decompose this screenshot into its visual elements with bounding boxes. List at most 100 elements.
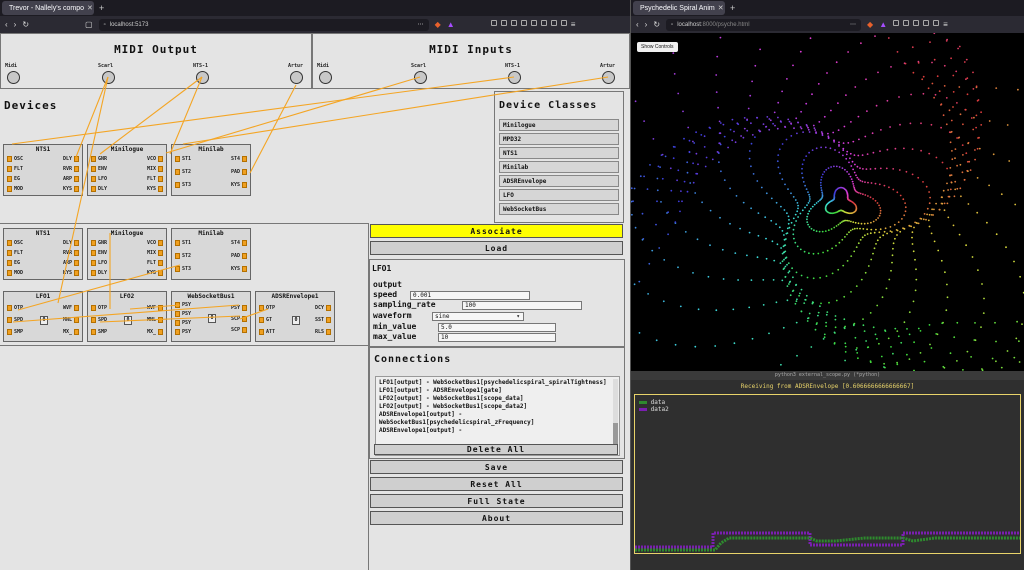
spiral-dot <box>861 180 864 183</box>
spiral-dot <box>717 106 719 109</box>
connection-item[interactable]: ADSREnvelope1[output] - WebSocketBus1[ps… <box>379 411 609 427</box>
sampling-rate-input[interactable]: 100 <box>462 301 582 310</box>
reload-icon[interactable]: ↻ <box>653 20 660 29</box>
spiral-dot <box>928 324 931 326</box>
back-icon[interactable]: ‹ <box>636 20 639 29</box>
speed-input[interactable]: 0.001 <box>410 291 530 300</box>
spiral-dot <box>826 249 829 252</box>
rewards-icon[interactable]: ▲ <box>879 20 887 29</box>
scrollbar[interactable] <box>613 379 618 453</box>
new-tab-icon[interactable]: + <box>730 3 735 13</box>
back-icon[interactable]: ‹ <box>5 20 8 29</box>
spiral-dot <box>687 126 690 129</box>
downloads-icon[interactable] <box>540 20 547 26</box>
connection-item[interactable]: LFO1[output] - ADSREnvelope1[gate] <box>379 387 609 395</box>
rewards-icon[interactable]: ▲ <box>447 20 455 29</box>
spiral-dot <box>983 297 985 300</box>
show-controls-button[interactable]: Show Controls <box>637 42 678 52</box>
spiral-dot <box>796 298 798 301</box>
spiral-dot <box>949 141 952 144</box>
wallet-icon[interactable] <box>913 20 920 26</box>
spiral-dot <box>855 348 858 351</box>
connection-item[interactable]: LFO1[output] - WebSocketBus1[psychedelic… <box>379 379 609 387</box>
forward-icon[interactable]: › <box>14 20 17 29</box>
min-value-input[interactable]: 5.0 <box>438 323 556 332</box>
spiral-dot <box>663 259 666 261</box>
vpn-icon[interactable] <box>923 20 930 26</box>
menu-icon[interactable]: ≡ <box>571 20 576 29</box>
spiral-dot <box>834 149 836 151</box>
sampling-rate-label: sampling_rate <box>373 300 436 309</box>
output-label: output <box>373 280 402 289</box>
spiral-dot <box>808 312 811 315</box>
reload-icon[interactable]: ↻ <box>22 20 29 29</box>
spiral-dot <box>765 257 768 260</box>
browser-tab[interactable]: Trevor - Nallely's compo ✕ <box>2 1 94 15</box>
spiral-dot <box>876 239 879 242</box>
spiral-dot <box>821 193 824 195</box>
spiral-dot <box>889 126 891 128</box>
load-button[interactable]: Load <box>370 241 623 255</box>
spiral-dot <box>928 202 931 205</box>
url-bar[interactable]: ▫ localhost:5173 ⋯ <box>98 18 429 31</box>
spiral-dot <box>948 109 951 112</box>
sidebar-icon[interactable] <box>903 20 910 26</box>
full-state-button[interactable]: Full State <box>370 494 623 508</box>
brave-shield-icon[interactable]: ◆ <box>867 20 873 29</box>
spiral-dot <box>844 351 847 353</box>
vpn-icon[interactable] <box>520 20 527 26</box>
delete-all-button[interactable]: Delete All <box>374 444 618 455</box>
share-icon[interactable]: ⋯ <box>418 21 424 28</box>
connection-item[interactable]: LFO2[output] - WebSocketBus1[scope_data2… <box>379 403 609 411</box>
bookmark-icon[interactable]: ▢ <box>85 20 93 29</box>
spiral-dot <box>892 188 895 191</box>
extension-icon[interactable] <box>490 20 497 26</box>
sidebar-icon[interactable] <box>500 20 507 26</box>
max-value-input[interactable]: 10 <box>438 333 556 342</box>
close-tab-icon[interactable]: ✕ <box>718 4 724 12</box>
spiral-dot <box>929 41 931 43</box>
associate-button[interactable]: Associate <box>370 224 623 238</box>
reset-all-button[interactable]: Reset All <box>370 477 623 491</box>
connection-item[interactable]: ADSREnvelope1[output] - <box>379 427 609 435</box>
menu-icon[interactable]: ≡ <box>943 20 948 29</box>
wallet-icon[interactable] <box>510 20 517 26</box>
new-tab-icon[interactable]: + <box>99 3 104 13</box>
about-button[interactable]: About <box>370 511 623 525</box>
spiral-dot <box>806 320 809 322</box>
spiral-dot <box>825 275 828 277</box>
spiral-dot <box>870 258 873 261</box>
screenshot-icon[interactable] <box>550 20 557 26</box>
spiral-dot <box>915 268 917 271</box>
profile-icon[interactable] <box>933 20 940 26</box>
spiral-dot <box>995 233 998 236</box>
scrollbar-thumb[interactable] <box>613 423 618 445</box>
spiral-dot <box>805 294 808 297</box>
spiral-dot <box>787 118 790 121</box>
waveform-select[interactable]: sine ▾ <box>432 312 524 321</box>
extension-icon[interactable] <box>893 20 900 26</box>
spiral-dot <box>756 256 759 259</box>
leo-icon[interactable] <box>530 20 537 26</box>
spiral-dot <box>864 181 866 184</box>
close-tab-icon[interactable]: ✕ <box>87 4 93 12</box>
spiral-canvas[interactable]: Show Controls <box>631 33 1024 371</box>
spiral-dot <box>961 171 964 174</box>
spiral-dot <box>880 129 882 131</box>
connection-item[interactable]: LFO2[output] - WebSocketBus1[scope_data] <box>379 395 609 403</box>
spiral-dot <box>777 154 780 156</box>
browser-tab[interactable]: Psychedelic Spiral Anim ✕ <box>633 1 725 15</box>
brave-shield-icon[interactable]: ◆ <box>435 20 441 29</box>
profile-icon[interactable] <box>560 20 567 26</box>
forward-icon[interactable]: › <box>645 20 648 29</box>
save-button[interactable]: Save <box>370 460 623 474</box>
share-icon[interactable]: ⋯ <box>850 21 856 28</box>
spiral-dot <box>849 229 852 232</box>
spiral-dot <box>842 147 845 150</box>
spiral-dot <box>884 227 887 230</box>
spiral-dot <box>926 213 928 216</box>
url-bar[interactable]: ▫ localhost:8000/psyche.html ⋯ <box>666 18 862 31</box>
scope-plot: data data2 <box>634 394 1021 554</box>
spiral-dot <box>928 191 930 193</box>
spiral-dot <box>768 118 771 120</box>
